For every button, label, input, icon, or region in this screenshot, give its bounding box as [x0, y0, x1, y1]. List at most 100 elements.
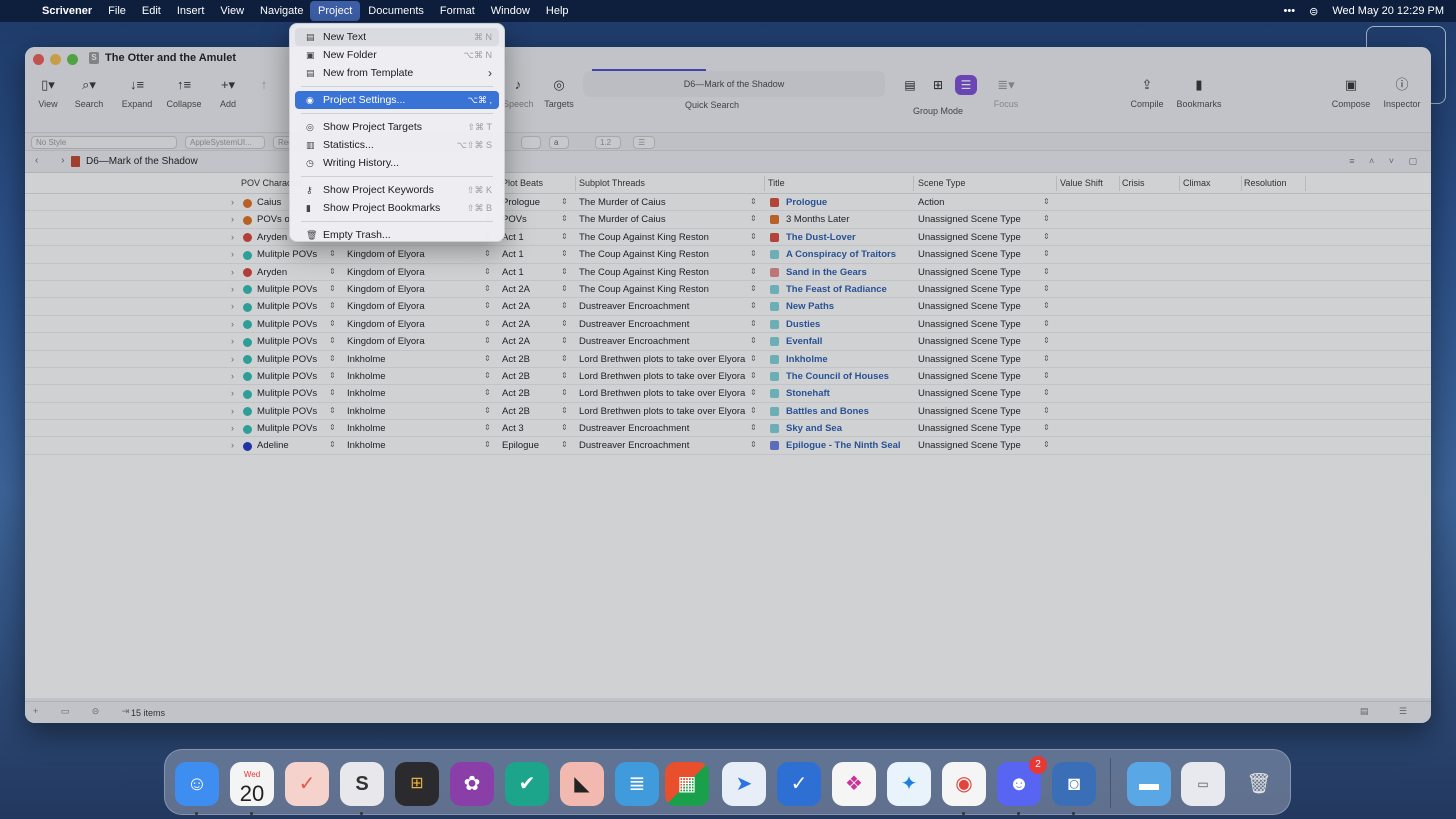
disclosure-chevron-icon[interactable]: ›: [231, 388, 234, 398]
stepper-icon[interactable]: ⇕: [750, 284, 757, 293]
stepper-icon[interactable]: ⇕: [561, 197, 568, 206]
menu-item-empty-trash[interactable]: 🗑 Empty Trash...: [295, 226, 499, 244]
table-row[interactable]: › Mulitple POVs ⇕ Inkholme ⇕ Act 2B ⇕ Lord Bret…: [25, 351, 1431, 368]
cell-title[interactable]: Dusties: [786, 319, 820, 330]
flower-app-icon[interactable]: ✿: [450, 762, 494, 806]
stepper-icon[interactable]: ⇕: [1043, 423, 1050, 432]
cell-plot-beat[interactable]: Act 2B: [502, 406, 530, 417]
cell-plot-beat[interactable]: Epilogue: [502, 440, 539, 451]
compile-button[interactable]: ⇪ Compile: [1127, 75, 1167, 109]
cell-scene-type[interactable]: Unassigned Scene Type: [918, 301, 1021, 312]
cell-plot-beat[interactable]: Act 2A: [502, 336, 530, 347]
bookmarks-button[interactable]: ▮ Bookmarks: [1175, 75, 1223, 109]
menu-view[interactable]: View: [212, 1, 252, 21]
stepper-icon[interactable]: ⇕: [484, 388, 491, 397]
cell-setting[interactable]: Kingdom of Elyora: [347, 319, 425, 330]
cell-scene-type[interactable]: Unassigned Scene Type: [918, 214, 1021, 225]
stepper-icon[interactable]: ⇕: [750, 336, 757, 345]
table-row[interactable]: › Mulitple POVs ⇕ Inkholme ⇕ Act 3 ⇕ Dustreaver…: [25, 420, 1431, 438]
stepper-icon[interactable]: ⇕: [561, 336, 568, 345]
cell-subplot-thread[interactable]: The Murder of Caius: [579, 197, 666, 208]
stepper-icon[interactable]: ⇕: [329, 301, 336, 310]
stepper-icon[interactable]: ⇕: [1043, 301, 1050, 310]
cell-subplot-thread[interactable]: Lord Brethwen plots to take over Elyora: [579, 354, 745, 365]
cell-title[interactable]: Sky and Sea: [786, 423, 842, 434]
stepper-icon[interactable]: ⇕: [1043, 284, 1050, 293]
menu-window[interactable]: Window: [483, 1, 538, 21]
cell-scene-type[interactable]: Unassigned Scene Type: [918, 406, 1021, 417]
downloads-stack-icon[interactable]: ▭: [1181, 762, 1225, 806]
stepper-icon[interactable]: ⇕: [329, 440, 336, 449]
disclosure-chevron-icon[interactable]: ›: [231, 354, 234, 364]
menu-project[interactable]: Project: [310, 1, 361, 21]
stepper-icon[interactable]: ⇕: [329, 354, 336, 363]
cell-plot-beat[interactable]: Act 2A: [502, 319, 530, 330]
cell-scene-type[interactable]: Unassigned Scene Type: [918, 423, 1021, 434]
cell-plot-beat[interactable]: Act 1: [502, 232, 524, 243]
checklist-app-icon[interactable]: ✔: [505, 762, 549, 806]
add-button[interactable]: +▾ Add: [215, 75, 241, 109]
history-nav-icons[interactable]: ‹ ›: [35, 155, 74, 166]
table-row[interactable]: › Mulitple POVs ⇕ Kingdom of Elyora ⇕ Act 1 ⇕ T…: [25, 246, 1431, 264]
disclosure-chevron-icon[interactable]: ›: [231, 249, 234, 259]
cell-plot-beat[interactable]: Act 2B: [502, 371, 530, 382]
cell-subplot-thread[interactable]: The Murder of Caius: [579, 214, 666, 225]
table-row[interactable]: › Adeline ⇕ Inkholme ⇕ Epilogue ⇕ Dustreaver En…: [25, 437, 1431, 455]
cell-subplot-thread[interactable]: Lord Brethwen plots to take over Elyora: [579, 388, 745, 399]
cell-title[interactable]: 3 Months Later: [786, 214, 849, 225]
stepper-icon[interactable]: ⇕: [561, 319, 568, 328]
todo-app-icon[interactable]: ✓: [777, 762, 821, 806]
menu-item-show-project-keywords[interactable]: ⚷ Show Project Keywords ⇧⌘ K: [295, 181, 499, 199]
discord-icon[interactable]: ☻ 2: [997, 756, 1047, 815]
chrome-icon[interactable]: ◉: [942, 762, 986, 815]
list-select[interactable]: ☰: [633, 136, 655, 149]
menu-item-project-settings[interactable]: ◉ Project Settings... ⌥⌘ ,: [295, 91, 499, 109]
menu-item-writing-history[interactable]: ◷ Writing History...: [295, 154, 499, 172]
stepper-icon[interactable]: ⇕: [750, 354, 757, 363]
stepper-icon[interactable]: ⇕: [561, 249, 568, 258]
cell-scene-type[interactable]: Unassigned Scene Type: [918, 232, 1021, 243]
line-spacing-select[interactable]: 1.2: [595, 136, 621, 149]
stepper-icon[interactable]: ⇕: [561, 371, 568, 380]
menu-item-show-project-targets[interactable]: ◎ Show Project Targets ⇧⌘ T: [295, 118, 499, 136]
cell-pov[interactable]: Mulitple POVs: [257, 284, 317, 295]
cell-subplot-thread[interactable]: Dustreaver Encroachment: [579, 440, 689, 451]
minimize-button[interactable]: [50, 54, 61, 65]
stepper-icon[interactable]: ⇕: [484, 406, 491, 415]
cell-pov[interactable]: Mulitple POVs: [257, 354, 317, 365]
cell-setting[interactable]: Inkholme: [347, 406, 386, 417]
tasks-app-icon[interactable]: ✓: [285, 762, 329, 806]
cell-pov[interactable]: Aryden: [257, 232, 287, 243]
stepper-icon[interactable]: ⇕: [329, 423, 336, 432]
cell-title[interactable]: Sand in the Gears: [786, 267, 867, 278]
more-icon[interactable]: •••: [1284, 5, 1296, 17]
menu-item-show-project-bookmarks[interactable]: ▮ Show Project Bookmarks ⇧⌘ B: [295, 199, 499, 217]
cell-pov[interactable]: Mulitple POVs: [257, 336, 317, 347]
table-row[interactable]: › Mulitple POVs ⇕ Inkholme ⇕ Act 2B ⇕ Lord Bret…: [25, 403, 1431, 421]
stepper-icon[interactable]: ⇕: [561, 406, 568, 415]
diagram-app-icon[interactable]: ⊞: [395, 762, 439, 806]
highlight-select[interactable]: a: [549, 136, 569, 149]
scrivener-app-icon[interactable]: S: [340, 762, 384, 815]
col-value-shift[interactable]: Value Shift: [1060, 178, 1103, 188]
stepper-icon[interactable]: ⇕: [561, 232, 568, 241]
clock[interactable]: Wed May 20 12:29 PM: [1332, 5, 1444, 17]
stepper-icon[interactable]: ⇕: [1043, 249, 1050, 258]
menu-edit[interactable]: Edit: [134, 1, 169, 21]
font-select[interactable]: AppleSystemUI...: [185, 136, 265, 149]
disclosure-chevron-icon[interactable]: ›: [231, 440, 234, 450]
cell-title[interactable]: Battles and Bones: [786, 406, 869, 417]
disclosure-chevron-icon[interactable]: ›: [231, 336, 234, 346]
cell-setting[interactable]: Kingdom of Elyora: [347, 336, 425, 347]
spark-mail-icon[interactable]: ➤: [722, 762, 766, 806]
cell-pov[interactable]: Mulitple POVs: [257, 249, 317, 260]
inspector-button[interactable]: ⓘ Inspector: [1379, 75, 1425, 109]
stepper-icon[interactable]: ⇕: [750, 406, 757, 415]
stepper-icon[interactable]: ⇕: [484, 423, 491, 432]
stepper-icon[interactable]: ⇕: [561, 440, 568, 449]
cell-plot-beat[interactable]: Act 2A: [502, 301, 530, 312]
col-crisis[interactable]: Crisis: [1122, 178, 1145, 188]
cell-setting[interactable]: Inkholme: [347, 440, 386, 451]
folder-icon[interactable]: ▬: [1127, 762, 1171, 806]
menu-format[interactable]: Format: [432, 1, 483, 21]
